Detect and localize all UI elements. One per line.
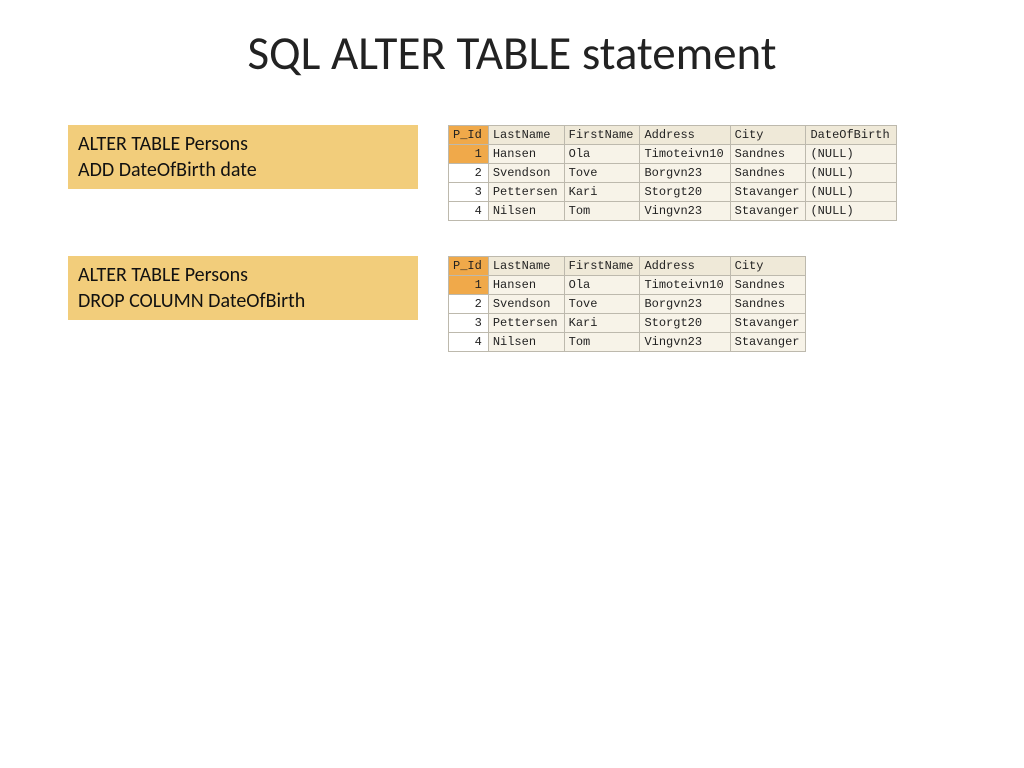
- result-table-drop-column: P_Id LastName FirstName Address City 1 H…: [448, 256, 806, 352]
- table-row: 4 Nilsen Tom Vingvn23 Stavanger: [449, 333, 806, 352]
- cell: Stavanger: [730, 333, 806, 352]
- cell: 2: [449, 164, 489, 183]
- cell: Sandnes: [730, 164, 806, 183]
- cell: Svendson: [488, 164, 564, 183]
- table-row: 4 Nilsen Tom Vingvn23 Stavanger (NULL): [449, 202, 897, 221]
- cell: 3: [449, 314, 489, 333]
- col-header: LastName: [488, 257, 564, 276]
- cell: Timoteivn10: [640, 276, 730, 295]
- cell: Nilsen: [488, 333, 564, 352]
- table-header-row: P_Id LastName FirstName Address City: [449, 257, 806, 276]
- cell: Tove: [564, 164, 640, 183]
- cell: 4: [449, 202, 489, 221]
- cell: Stavanger: [730, 314, 806, 333]
- cell: Sandnes: [730, 295, 806, 314]
- col-header: DateOfBirth: [806, 126, 896, 145]
- cell: Storgt20: [640, 314, 730, 333]
- result-table-add-column: P_Id LastName FirstName Address City Dat…: [448, 125, 897, 221]
- cell: Vingvn23: [640, 202, 730, 221]
- table-row: 1 Hansen Ola Timoteivn10 Sandnes (NULL): [449, 145, 897, 164]
- table-header-row: P_Id LastName FirstName Address City Dat…: [449, 126, 897, 145]
- cell: 2: [449, 295, 489, 314]
- cell: Timoteivn10: [640, 145, 730, 164]
- cell: Borgvn23: [640, 164, 730, 183]
- col-header: P_Id: [449, 257, 489, 276]
- cell: Kari: [564, 183, 640, 202]
- col-header: LastName: [488, 126, 564, 145]
- cell: Nilsen: [488, 202, 564, 221]
- cell: Hansen: [488, 145, 564, 164]
- cell: Vingvn23: [640, 333, 730, 352]
- cell: Sandnes: [730, 145, 806, 164]
- col-header: Address: [640, 257, 730, 276]
- cell: Tom: [564, 333, 640, 352]
- cell: Svendson: [488, 295, 564, 314]
- cell: Ola: [564, 276, 640, 295]
- table-row: 2 Svendson Tove Borgvn23 Sandnes: [449, 295, 806, 314]
- cell: Stavanger: [730, 183, 806, 202]
- cell: Tove: [564, 295, 640, 314]
- sql-code-add-column: ALTER TABLE Persons ADD DateOfBirth date: [68, 125, 418, 189]
- col-header: City: [730, 257, 806, 276]
- cell: Stavanger: [730, 202, 806, 221]
- cell: 4: [449, 333, 489, 352]
- col-header: FirstName: [564, 257, 640, 276]
- cell: Ola: [564, 145, 640, 164]
- cell: (NULL): [806, 164, 896, 183]
- cell: 3: [449, 183, 489, 202]
- cell: Borgvn23: [640, 295, 730, 314]
- col-header: City: [730, 126, 806, 145]
- sql-code-drop-column: ALTER TABLE Persons DROP COLUMN DateOfBi…: [68, 256, 418, 320]
- cell: Kari: [564, 314, 640, 333]
- cell: Pettersen: [488, 314, 564, 333]
- cell: Tom: [564, 202, 640, 221]
- table-row: 1 Hansen Ola Timoteivn10 Sandnes: [449, 276, 806, 295]
- table-row: 2 Svendson Tove Borgvn23 Sandnes (NULL): [449, 164, 897, 183]
- table-row: 3 Pettersen Kari Storgt20 Stavanger (NUL…: [449, 183, 897, 202]
- col-header: Address: [640, 126, 730, 145]
- cell: Hansen: [488, 276, 564, 295]
- col-header: P_Id: [449, 126, 489, 145]
- cell: 1: [449, 145, 489, 164]
- cell: Storgt20: [640, 183, 730, 202]
- col-header: FirstName: [564, 126, 640, 145]
- cell: Pettersen: [488, 183, 564, 202]
- cell: (NULL): [806, 145, 896, 164]
- cell: 1: [449, 276, 489, 295]
- cell: (NULL): [806, 202, 896, 221]
- slide-title: SQL ALTER TABLE statement: [0, 24, 1024, 82]
- cell: Sandnes: [730, 276, 806, 295]
- cell: (NULL): [806, 183, 896, 202]
- table-row: 3 Pettersen Kari Storgt20 Stavanger: [449, 314, 806, 333]
